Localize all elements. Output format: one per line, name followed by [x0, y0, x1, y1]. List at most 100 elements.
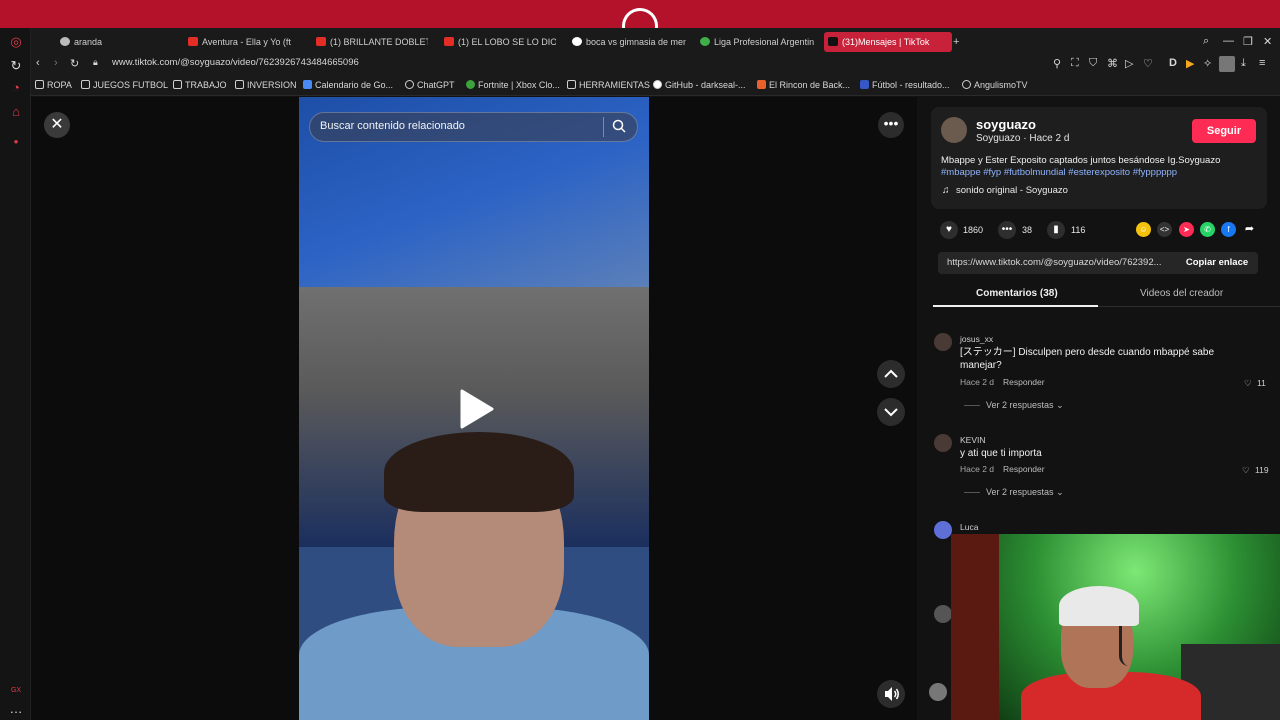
tab-el-lobo[interactable]: (1) EL LOBO SE LO DIO VU [444, 32, 556, 52]
bookmark-fortnite[interactable]: Fortnite | Xbox Clo... [466, 80, 560, 90]
heart-icon[interactable]: ♡ [1143, 57, 1153, 70]
gx-control-icon[interactable]: ◔ [8, 80, 24, 96]
copy-link-button[interactable]: Copiar enlace [1176, 252, 1258, 274]
bookmark-juegos-futbol[interactable]: JUEGOS FUTBOL [81, 80, 168, 90]
comment-count: 38 [1022, 225, 1033, 235]
bookmark-calendario[interactable]: Calendario de Go... [303, 80, 393, 90]
bookmark-trabajo[interactable]: TRABAJO [173, 80, 227, 90]
reply-button[interactable]: Responder [1003, 464, 1045, 474]
comment-button[interactable]: ••• [998, 221, 1016, 239]
creator-avatar[interactable] [941, 117, 967, 143]
more-options-button[interactable]: ••• [878, 112, 904, 138]
search-icon[interactable] [612, 119, 626, 133]
snapshot-icon[interactable]: ⛶ [1071, 57, 1079, 70]
puzzle-icon[interactable]: ✧ [1203, 57, 1212, 70]
description-text: Mbappe y Ester Exposito captados juntos … [941, 155, 1221, 166]
window-close-icon[interactable]: ✕ [1263, 35, 1272, 48]
previous-video-button[interactable] [877, 360, 905, 388]
bookmark-rincon-backend[interactable]: El Rincon de Back... [757, 80, 850, 90]
chevron-up-icon [884, 369, 898, 378]
player-icon[interactable]: ▶ [1186, 57, 1194, 70]
minimize-icon[interactable]: — [1223, 35, 1234, 47]
tab-brillante-doblete[interactable]: (1) BRILLANTE DOBLETE [316, 32, 428, 52]
embed-icon[interactable]: <> [1157, 222, 1172, 237]
bookmark-inversion[interactable]: INVERSION [235, 80, 297, 90]
facebook-icon[interactable]: f [1221, 222, 1236, 237]
creator-username[interactable]: soyguazo [976, 117, 1036, 132]
comment-like-count: 11 [1257, 378, 1266, 388]
follow-button[interactable]: Seguir [1192, 119, 1256, 143]
profile-avatar[interactable] [1219, 56, 1235, 72]
chevron-down-icon: ⌄ [1056, 400, 1064, 410]
forward-icon[interactable]: › [54, 57, 58, 69]
whatsapp-icon[interactable]: ✆ [1200, 222, 1215, 237]
tab-comments[interactable]: Comentarios (38) [976, 288, 1058, 299]
video-person-hair [384, 432, 574, 512]
tab-creator-videos[interactable]: Videos del creador [1140, 288, 1223, 299]
browser-titlebar [0, 0, 1280, 34]
comment-username[interactable]: josus_xx [960, 334, 993, 344]
search-tabs-icon[interactable]: ⌕ [1203, 35, 1209, 48]
comment-like-icon[interactable]: ♡ [1242, 465, 1250, 476]
back-icon[interactable]: ‹ [36, 57, 40, 69]
tab-boca-gimnasia[interactable]: boca vs gimnasia de men [572, 32, 686, 52]
comment-avatar[interactable] [934, 521, 952, 539]
tab-tiktok-messages[interactable]: (31)Mensajes | TikTok [824, 32, 952, 52]
bookmark-chatgpt[interactable]: ChatGPT [405, 80, 455, 90]
blogger-icon [757, 80, 766, 89]
next-video-button[interactable] [877, 398, 905, 426]
menu-icon[interactable]: ≡ [1259, 57, 1265, 69]
volume-icon [885, 687, 899, 701]
comment-username[interactable]: Luca [960, 522, 978, 532]
bookmark-angulismotv[interactable]: AngulismoTV [962, 80, 1028, 90]
maximize-icon[interactable]: ❐ [1243, 35, 1253, 48]
send-icon[interactable]: ➤ [1179, 222, 1194, 237]
comment-like-count: 119 [1255, 465, 1269, 475]
comment-avatar[interactable] [934, 605, 952, 623]
volume-button[interactable] [877, 680, 905, 708]
sound-name[interactable]: sonido original - Soyguazo [956, 185, 1068, 196]
play-ext-icon[interactable]: ▷ [1125, 57, 1133, 70]
tab-aranda[interactable]: aranda [60, 32, 180, 52]
share-arrow-icon[interactable]: ➦ [1242, 222, 1257, 237]
like-button[interactable]: ♥ [940, 221, 958, 239]
comment-time: Hace 2 d [960, 464, 995, 474]
shield-icon[interactable]: ⛉ [1089, 57, 1097, 70]
youtube-sidebar-icon[interactable]: ● [8, 134, 24, 150]
folder-icon [235, 80, 244, 89]
bookmark-futbol-resultados[interactable]: Fútbol - resultado... [860, 80, 950, 90]
extension-icon[interactable]: ⌘ [1107, 57, 1118, 70]
more-sidebar-icon[interactable]: … [8, 701, 24, 717]
comment-like-icon[interactable]: ♡ [1244, 378, 1252, 389]
reload-icon[interactable]: ↻ [8, 58, 24, 74]
play-icon[interactable] [458, 389, 494, 429]
new-tab-icon[interactable]: + [953, 36, 965, 48]
comment-username[interactable]: KEVIN [960, 435, 986, 445]
download-icon[interactable]: ⤓ [1241, 57, 1246, 70]
view-replies-button[interactable]: Ver 2 respuestas ⌄ [986, 487, 1064, 498]
url-text[interactable]: www.tiktok.com/@soyguazo/video/762392674… [112, 57, 359, 68]
view-replies-button[interactable]: Ver 2 respuestas ⌄ [986, 400, 1064, 411]
save-button[interactable]: ▮ [1047, 221, 1065, 239]
share-friends-icon[interactable]: ☺ [1136, 222, 1151, 237]
bookmark-ropa[interactable]: ROPA [35, 80, 72, 90]
replies-divider [964, 405, 980, 406]
close-video-button[interactable]: ✕ [44, 112, 70, 138]
gx-corner-icon[interactable]: ⌂ [8, 104, 24, 120]
opera-menu-icon[interactable]: ◎ [8, 34, 24, 50]
refresh-icon[interactable]: ↻ [70, 57, 79, 70]
d-ext-icon[interactable]: D [1169, 57, 1177, 69]
hashtags[interactable]: #mbappe #fyp #futbolmundial #esterexposi… [941, 167, 1177, 178]
pin-icon[interactable]: ⚲ [1053, 57, 1061, 70]
futbol-icon [860, 80, 869, 89]
reply-button[interactable]: Responder [1003, 377, 1045, 387]
tab-aventura[interactable]: Aventura - Ella y Yo (ft [188, 32, 300, 52]
bookmark-github[interactable]: GitHub - darkseal-... [653, 80, 746, 90]
video-link[interactable]: https://www.tiktok.com/@soyguazo/video/7… [947, 257, 1173, 268]
webcam-person-cap [1059, 586, 1139, 626]
tab-liga-profesional[interactable]: Liga Profesional Argentina [700, 32, 814, 52]
bookmark-herramientas[interactable]: HERRAMIENTAS [567, 80, 650, 90]
comment-avatar[interactable] [934, 434, 952, 452]
folder-icon [567, 80, 576, 89]
comment-avatar[interactable] [934, 333, 952, 351]
